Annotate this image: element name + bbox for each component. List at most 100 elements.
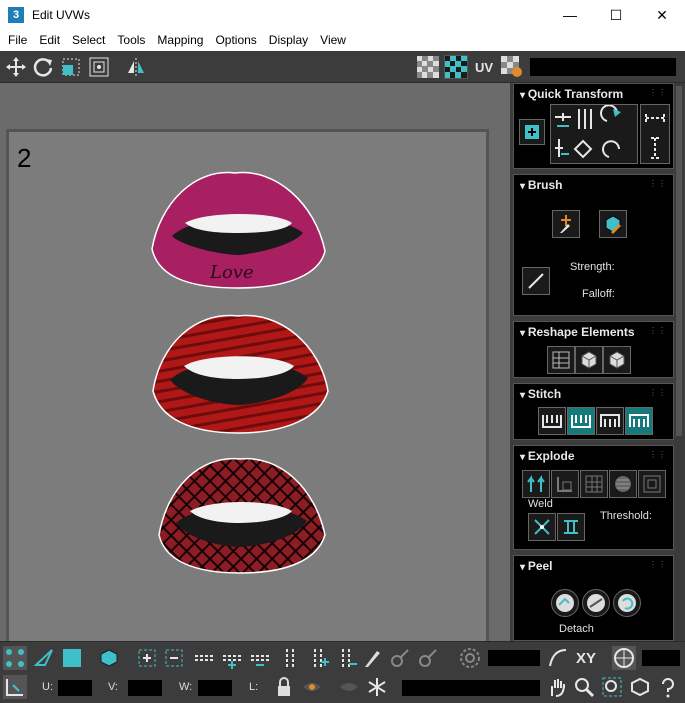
checker-pattern-icon[interactable]	[416, 55, 440, 79]
texture-dropdown[interactable]	[530, 58, 676, 76]
scale-icon[interactable]	[59, 55, 83, 79]
brush-falloff-button[interactable]	[522, 267, 550, 295]
falloff-curve-icon[interactable]	[546, 646, 570, 670]
menu-display[interactable]: Display	[263, 30, 314, 51]
xy-toggle[interactable]: XY	[574, 646, 598, 670]
rollout-peel: Peel ⋮⋮ Detach	[513, 555, 674, 641]
hide-icon[interactable]	[300, 675, 324, 699]
loop-icon[interactable]	[192, 646, 216, 670]
loop-grow-icon[interactable]	[220, 646, 244, 670]
relax-icon[interactable]	[575, 346, 603, 374]
stitch-average-icon[interactable]	[596, 407, 624, 435]
menu-view[interactable]: View	[314, 30, 352, 51]
ring-shrink-icon[interactable]	[334, 646, 358, 670]
stitch-custom-icon[interactable]	[538, 407, 566, 435]
falloff-label: Falloff:	[582, 288, 615, 300]
grow-paint-icon[interactable]	[388, 646, 412, 670]
mirror-icon[interactable]	[124, 55, 148, 79]
ring-icon[interactable]	[278, 646, 302, 670]
soft-selection-value[interactable]	[488, 650, 540, 666]
weld-target-icon[interactable]	[557, 513, 585, 541]
selection-sets-dropdown[interactable]	[402, 680, 540, 696]
status-toolbar: U: V: W: L:	[0, 673, 685, 703]
rollout-reshape-elements: Reshape Elements ⋮⋮	[513, 321, 674, 378]
rotate-icon[interactable]	[31, 55, 55, 79]
panel-scroll-thumb[interactable]	[676, 86, 682, 436]
uv-texture: Love	[151, 171, 329, 574]
break-icon[interactable]	[522, 470, 550, 498]
menu-mapping[interactable]: Mapping	[151, 30, 209, 51]
shrink-selection-icon[interactable]	[162, 646, 186, 670]
unhide-icon[interactable]	[337, 675, 361, 699]
stitch-to-source-icon[interactable]	[567, 407, 595, 435]
menu-tools[interactable]: Tools	[111, 30, 151, 51]
rollout-title[interactable]: Quick Transform	[520, 87, 623, 101]
flatten-by-material-icon[interactable]	[609, 470, 637, 498]
pan-icon[interactable]	[545, 675, 569, 699]
maximize-button[interactable]: ☐	[593, 0, 639, 30]
soft-selection-icon[interactable]	[458, 646, 482, 670]
quick-peel-icon[interactable]	[551, 589, 579, 617]
selection-toolbar: XY	[0, 641, 685, 673]
move-icon[interactable]	[4, 55, 28, 79]
freeze-icon[interactable]	[365, 675, 389, 699]
freeform-icon[interactable]	[87, 55, 111, 79]
face-select-icon[interactable]	[60, 646, 84, 670]
element-select-icon[interactable]	[97, 646, 121, 670]
paint-select-icon[interactable]	[360, 646, 384, 670]
v-label: V:	[108, 681, 118, 693]
space-group	[640, 104, 670, 164]
zoom-extents-icon[interactable]	[628, 675, 652, 699]
close-button[interactable]: ✕	[639, 0, 685, 30]
uv-viewport[interactable]: 2 Love	[0, 83, 510, 697]
transform-center-button[interactable]	[519, 119, 545, 145]
menu-options[interactable]: Options	[209, 30, 262, 51]
menu-file[interactable]: File	[2, 30, 33, 51]
world-space-value[interactable]	[642, 650, 680, 666]
lock-icon[interactable]	[272, 675, 296, 699]
zoom-icon[interactable]	[572, 675, 596, 699]
pelt-map-icon[interactable]	[582, 589, 610, 617]
rollout-title[interactable]: Peel	[520, 559, 553, 573]
flatten-by-icon[interactable]	[551, 470, 579, 498]
pivot-icon[interactable]	[3, 675, 27, 699]
lip-text: Love	[209, 262, 254, 283]
zoom-region-icon[interactable]	[600, 675, 624, 699]
striped-lips	[152, 314, 329, 434]
uv-toggle[interactable]: UV	[472, 55, 496, 79]
paint-move-icon[interactable]	[552, 210, 580, 238]
straighten-icon[interactable]	[547, 346, 575, 374]
map-settings-icon[interactable]	[500, 55, 524, 79]
rollout-title[interactable]: Explode	[520, 449, 575, 463]
main-toolbar: UV	[0, 51, 685, 83]
rollout-brush: Brush ⋮⋮ Strength: Falloff:	[513, 174, 674, 316]
rollout-title[interactable]: Stitch	[520, 387, 561, 401]
stitch-to-target-icon[interactable]	[625, 407, 653, 435]
loop-shrink-icon[interactable]	[248, 646, 272, 670]
relax-brush-icon[interactable]	[599, 210, 627, 238]
menu-select[interactable]: Select	[66, 30, 111, 51]
edge-select-icon[interactable]	[32, 646, 56, 670]
menu-edit[interactable]: Edit	[33, 30, 66, 51]
window-title: Edit UVWs	[32, 8, 91, 22]
rollout-title[interactable]: Brush	[520, 178, 563, 192]
grow-selection-icon[interactable]	[135, 646, 159, 670]
flatten-by-polygon-icon[interactable]	[580, 470, 608, 498]
weld-selected-icon[interactable]	[528, 513, 556, 541]
ring-grow-icon[interactable]	[306, 646, 330, 670]
flatten-by-smoothing-icon[interactable]	[638, 470, 666, 498]
shrink-paint-icon[interactable]	[416, 646, 440, 670]
vertex-select-icon[interactable]	[3, 646, 27, 670]
reset-peel-icon[interactable]	[613, 589, 641, 617]
help-icon[interactable]	[656, 675, 680, 699]
detach-label: Detach	[559, 623, 594, 635]
texture-map-icon[interactable]	[444, 55, 468, 79]
v-field[interactable]	[128, 680, 162, 696]
pack-icon[interactable]	[603, 346, 631, 374]
u-field[interactable]	[58, 680, 92, 696]
w-field[interactable]	[198, 680, 232, 696]
rollout-title[interactable]: Reshape Elements	[520, 325, 635, 339]
minimize-button[interactable]: —	[547, 0, 593, 30]
world-space-icon[interactable]	[612, 646, 636, 670]
pink-lips: Love	[151, 171, 326, 289]
